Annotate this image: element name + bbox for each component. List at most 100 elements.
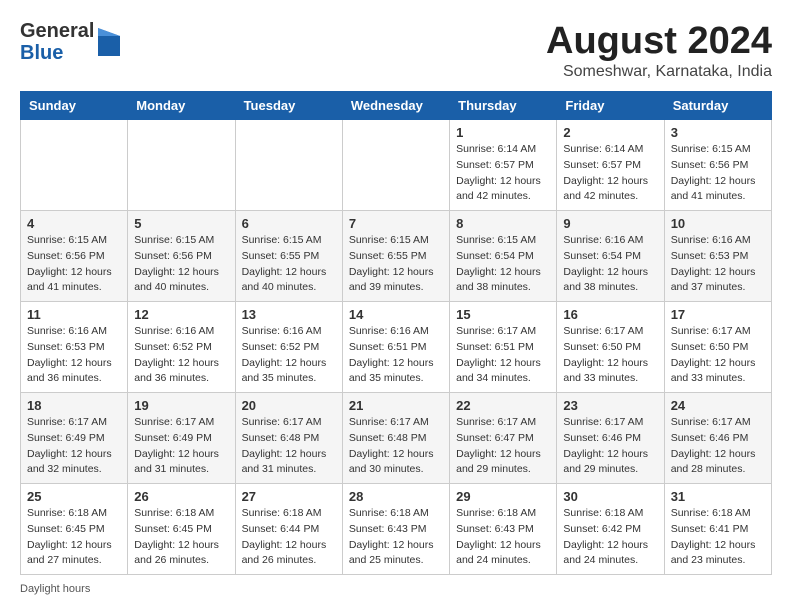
calendar-cell: 25 Sunrise: 6:18 AM Sunset: 6:45 PM Dayli… — [21, 484, 128, 575]
calendar-cell: 6Sunrise: 6:15 AM Sunset: 6:55 PM Daylig… — [235, 211, 342, 302]
day-info: Sunrise: 6:15 AM Sunset: 6:55 PM Dayligh… — [349, 233, 443, 296]
calendar-cell: 24Sunrise: 6:17 AM Sunset: 6:46 PM Dayli… — [664, 393, 771, 484]
calendar-week-row: 4 Sunrise: 6:15 AM Sunset: 6:56 PM Daylig… — [21, 211, 772, 302]
calendar-cell: 18 Sunrise: 6:17 AM Sunset: 6:49 PM Dayli… — [21, 393, 128, 484]
footer-note: Daylight hours — [20, 583, 772, 595]
day-info: Sunrise: 6:17 AM Sunset: 6:49 PM Dayligh… — [134, 415, 228, 478]
calendar-cell: 4 Sunrise: 6:15 AM Sunset: 6:56 PM Daylig… — [21, 211, 128, 302]
day-number: 17 — [671, 307, 765, 322]
calendar-cell: 10Sunrise: 6:16 AM Sunset: 6:53 PM Dayli… — [664, 211, 771, 302]
calendar-cell: 28 Sunrise: 6:18 AM Sunset: 6:43 PM Dayli… — [342, 484, 449, 575]
day-number: 24 — [671, 398, 765, 413]
day-info: Sunrise: 6:17 AM Sunset: 6:46 PM Dayligh… — [563, 415, 657, 478]
calendar-header-thursday: Thursday — [450, 92, 557, 120]
calendar-cell: 29Sunrise: 6:18 AM Sunset: 6:43 PM Dayli… — [450, 484, 557, 575]
day-info: Sunrise: 6:15 AM Sunset: 6:56 PM Dayligh… — [27, 233, 121, 296]
day-info: Sunrise: 6:18 AM Sunset: 6:41 PM Dayligh… — [671, 506, 765, 569]
calendar-week-row: 25 Sunrise: 6:18 AM Sunset: 6:45 PM Dayli… — [21, 484, 772, 575]
calendar-table: SundayMondayTuesdayWednesdayThursdayFrid… — [20, 91, 772, 575]
day-number: 20 — [242, 398, 336, 413]
day-info: Sunrise: 6:18 AM Sunset: 6:43 PM Dayligh… — [349, 506, 443, 569]
calendar-cell: 12Sunrise: 6:16 AM Sunset: 6:52 PM Dayli… — [128, 302, 235, 393]
day-number: 25 — [27, 489, 121, 504]
logo-icon — [98, 28, 120, 56]
day-number: 21 — [349, 398, 443, 413]
title-area: August 2024 Someshwar, Karnataka, India — [546, 20, 772, 81]
day-number: 6 — [242, 216, 336, 231]
calendar-cell: 9Sunrise: 6:16 AM Sunset: 6:54 PM Daylig… — [557, 211, 664, 302]
calendar-cell — [128, 120, 235, 211]
calendar-cell: 19 Sunrise: 6:17 AM Sunset: 6:49 PM Dayli… — [128, 393, 235, 484]
day-number: 5 — [134, 216, 228, 231]
day-info: Sunrise: 6:18 AM Sunset: 6:44 PM Dayligh… — [242, 506, 336, 569]
day-number: 14 — [349, 307, 443, 322]
day-info: Sunrise: 6:18 AM Sunset: 6:45 PM Dayligh… — [134, 506, 228, 569]
calendar-header-saturday: Saturday — [664, 92, 771, 120]
logo-blue: Blue — [20, 42, 94, 64]
day-number: 1 — [456, 125, 550, 140]
calendar-cell: 3Sunrise: 6:15 AM Sunset: 6:56 PM Daylig… — [664, 120, 771, 211]
day-info: Sunrise: 6:17 AM Sunset: 6:50 PM Dayligh… — [563, 324, 657, 387]
day-number: 9 — [563, 216, 657, 231]
day-number: 11 — [27, 307, 121, 322]
month-title: August 2024 — [546, 20, 772, 63]
day-info: Sunrise: 6:17 AM Sunset: 6:48 PM Dayligh… — [242, 415, 336, 478]
calendar-cell: 23 Sunrise: 6:17 AM Sunset: 6:46 PM Dayli… — [557, 393, 664, 484]
day-info: Sunrise: 6:17 AM Sunset: 6:49 PM Dayligh… — [27, 415, 121, 478]
calendar-cell: 15 Sunrise: 6:17 AM Sunset: 6:51 PM Dayli… — [450, 302, 557, 393]
calendar-cell: 16 Sunrise: 6:17 AM Sunset: 6:50 PM Dayli… — [557, 302, 664, 393]
calendar-cell: 5Sunrise: 6:15 AM Sunset: 6:56 PM Daylig… — [128, 211, 235, 302]
calendar-header-tuesday: Tuesday — [235, 92, 342, 120]
day-info: Sunrise: 6:17 AM Sunset: 6:47 PM Dayligh… — [456, 415, 550, 478]
page-header: General Blue August 2024 Someshwar, Karn… — [20, 20, 772, 81]
calendar-cell — [235, 120, 342, 211]
day-number: 3 — [671, 125, 765, 140]
day-number: 30 — [563, 489, 657, 504]
day-info: Sunrise: 6:17 AM Sunset: 6:50 PM Dayligh… — [671, 324, 765, 387]
calendar-cell — [342, 120, 449, 211]
day-number: 19 — [134, 398, 228, 413]
calendar-cell: 30 Sunrise: 6:18 AM Sunset: 6:42 PM Dayli… — [557, 484, 664, 575]
day-info: Sunrise: 6:16 AM Sunset: 6:52 PM Dayligh… — [242, 324, 336, 387]
day-info: Sunrise: 6:15 AM Sunset: 6:54 PM Dayligh… — [456, 233, 550, 296]
calendar-cell: 1 Sunrise: 6:14 AM Sunset: 6:57 PM Daylig… — [450, 120, 557, 211]
calendar-week-row: 11 Sunrise: 6:16 AM Sunset: 6:53 PM Dayli… — [21, 302, 772, 393]
day-info: Sunrise: 6:16 AM Sunset: 6:53 PM Dayligh… — [671, 233, 765, 296]
day-number: 26 — [134, 489, 228, 504]
day-info: Sunrise: 6:16 AM Sunset: 6:53 PM Dayligh… — [27, 324, 121, 387]
day-info: Sunrise: 6:14 AM Sunset: 6:57 PM Dayligh… — [456, 142, 550, 205]
day-number: 15 — [456, 307, 550, 322]
calendar-cell — [21, 120, 128, 211]
calendar-header-wednesday: Wednesday — [342, 92, 449, 120]
calendar-cell: 17 Sunrise: 6:17 AM Sunset: 6:50 PM Dayli… — [664, 302, 771, 393]
day-info: Sunrise: 6:18 AM Sunset: 6:45 PM Dayligh… — [27, 506, 121, 569]
calendar-cell: 31 Sunrise: 6:18 AM Sunset: 6:41 PM Dayli… — [664, 484, 771, 575]
day-number: 27 — [242, 489, 336, 504]
day-info: Sunrise: 6:17 AM Sunset: 6:48 PM Dayligh… — [349, 415, 443, 478]
day-number: 4 — [27, 216, 121, 231]
day-number: 31 — [671, 489, 765, 504]
calendar-cell: 22Sunrise: 6:17 AM Sunset: 6:47 PM Dayli… — [450, 393, 557, 484]
calendar-header-row: SundayMondayTuesdayWednesdayThursdayFrid… — [21, 92, 772, 120]
day-number: 16 — [563, 307, 657, 322]
day-info: Sunrise: 6:14 AM Sunset: 6:57 PM Dayligh… — [563, 142, 657, 205]
day-number: 12 — [134, 307, 228, 322]
day-number: 7 — [349, 216, 443, 231]
day-info: Sunrise: 6:18 AM Sunset: 6:42 PM Dayligh… — [563, 506, 657, 569]
logo-general: General — [20, 20, 94, 42]
day-number: 2 — [563, 125, 657, 140]
calendar-cell: 11 Sunrise: 6:16 AM Sunset: 6:53 PM Dayli… — [21, 302, 128, 393]
day-number: 28 — [349, 489, 443, 504]
logo: General Blue — [20, 20, 120, 64]
calendar-cell: 7 Sunrise: 6:15 AM Sunset: 6:55 PM Daylig… — [342, 211, 449, 302]
day-number: 23 — [563, 398, 657, 413]
day-info: Sunrise: 6:17 AM Sunset: 6:51 PM Dayligh… — [456, 324, 550, 387]
day-info: Sunrise: 6:18 AM Sunset: 6:43 PM Dayligh… — [456, 506, 550, 569]
calendar-cell: 26 Sunrise: 6:18 AM Sunset: 6:45 PM Dayli… — [128, 484, 235, 575]
day-number: 18 — [27, 398, 121, 413]
day-number: 13 — [242, 307, 336, 322]
calendar-cell: 14 Sunrise: 6:16 AM Sunset: 6:51 PM Dayli… — [342, 302, 449, 393]
day-info: Sunrise: 6:16 AM Sunset: 6:51 PM Dayligh… — [349, 324, 443, 387]
calendar-cell: 13 Sunrise: 6:16 AM Sunset: 6:52 PM Dayli… — [235, 302, 342, 393]
calendar-week-row: 18 Sunrise: 6:17 AM Sunset: 6:49 PM Dayli… — [21, 393, 772, 484]
